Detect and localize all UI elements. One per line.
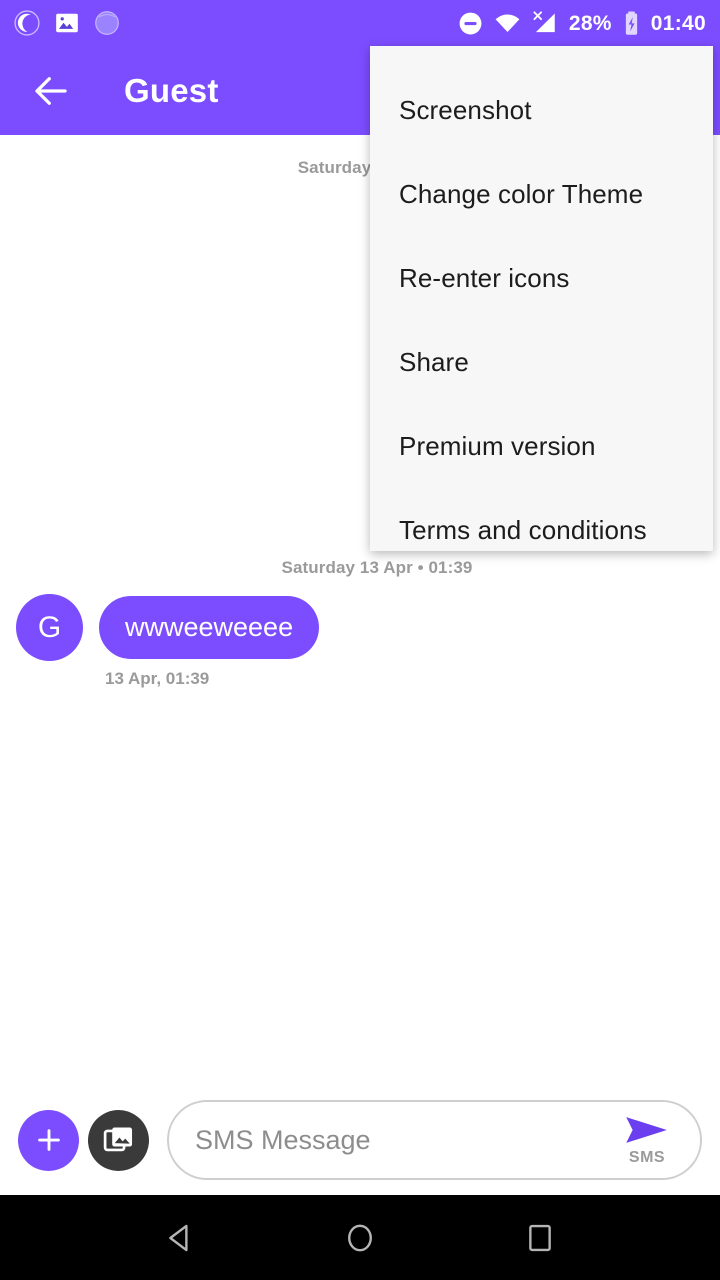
- battery-charging-icon: [623, 10, 640, 36]
- page-title: Guest: [124, 71, 219, 109]
- menu-item-share[interactable]: Share: [370, 320, 713, 404]
- message-row[interactable]: G wwweeweeee: [0, 594, 720, 661]
- gallery-icon[interactable]: [88, 1109, 149, 1171]
- image-icon: [54, 10, 80, 36]
- add-button[interactable]: [18, 1109, 79, 1171]
- send-button[interactable]: SMS: [616, 1113, 678, 1167]
- menu-item-label: Change color Theme: [399, 178, 644, 209]
- menu-item-label: Re-enter icons: [399, 262, 570, 293]
- android-nav-bar: [0, 1195, 720, 1280]
- phone-screen: 28% 01:40 Guest Saturday 13 Ap Saturday …: [0, 0, 720, 1280]
- back-button[interactable]: [22, 62, 80, 120]
- menu-item-premium-version[interactable]: Premium version: [370, 404, 713, 488]
- sms-input[interactable]: [195, 1124, 616, 1156]
- battery-percent: 28%: [568, 11, 612, 35]
- menu-item-screenshot[interactable]: Screenshot: [370, 68, 713, 152]
- menu-item-label: Terms and conditions: [399, 514, 647, 545]
- menu-item-label: Share: [399, 346, 469, 377]
- status-bar: 28% 01:40: [0, 0, 720, 46]
- menu-item-label: Screenshot: [399, 94, 532, 125]
- dnd-icon: [458, 11, 483, 36]
- sms-input-wrapper[interactable]: SMS: [167, 1100, 702, 1180]
- message-bubble[interactable]: wwweeweeee: [99, 596, 320, 659]
- clock: 01:40: [650, 11, 706, 35]
- nav-back-icon[interactable]: [145, 1203, 215, 1273]
- avatar[interactable]: G: [16, 594, 83, 661]
- cellular-off-icon: [532, 10, 558, 36]
- send-label: SMS: [628, 1149, 666, 1166]
- status-bar-left-icons: [14, 10, 120, 36]
- message-input-bar: SMS: [0, 1085, 720, 1195]
- circle-icon: [94, 10, 120, 36]
- menu-item-terms-and-conditions[interactable]: Terms and conditions: [370, 488, 713, 572]
- nav-home-icon[interactable]: [325, 1203, 395, 1273]
- status-bar-right-icons: 28% 01:40: [458, 10, 706, 37]
- nav-recents-icon[interactable]: [505, 1203, 575, 1273]
- message-timestamp: 13 Apr, 01:39: [105, 669, 210, 688]
- send-icon: [626, 1117, 667, 1143]
- overflow-menu[interactable]: Screenshot Change color Theme Re-enter i…: [370, 46, 713, 551]
- menu-item-change-color-theme[interactable]: Change color Theme: [370, 152, 713, 236]
- moon-icon: [14, 10, 40, 36]
- menu-item-re-enter-icons[interactable]: Re-enter icons: [370, 236, 713, 320]
- menu-item-label: Premium version: [399, 430, 596, 461]
- wifi-icon: [494, 10, 521, 37]
